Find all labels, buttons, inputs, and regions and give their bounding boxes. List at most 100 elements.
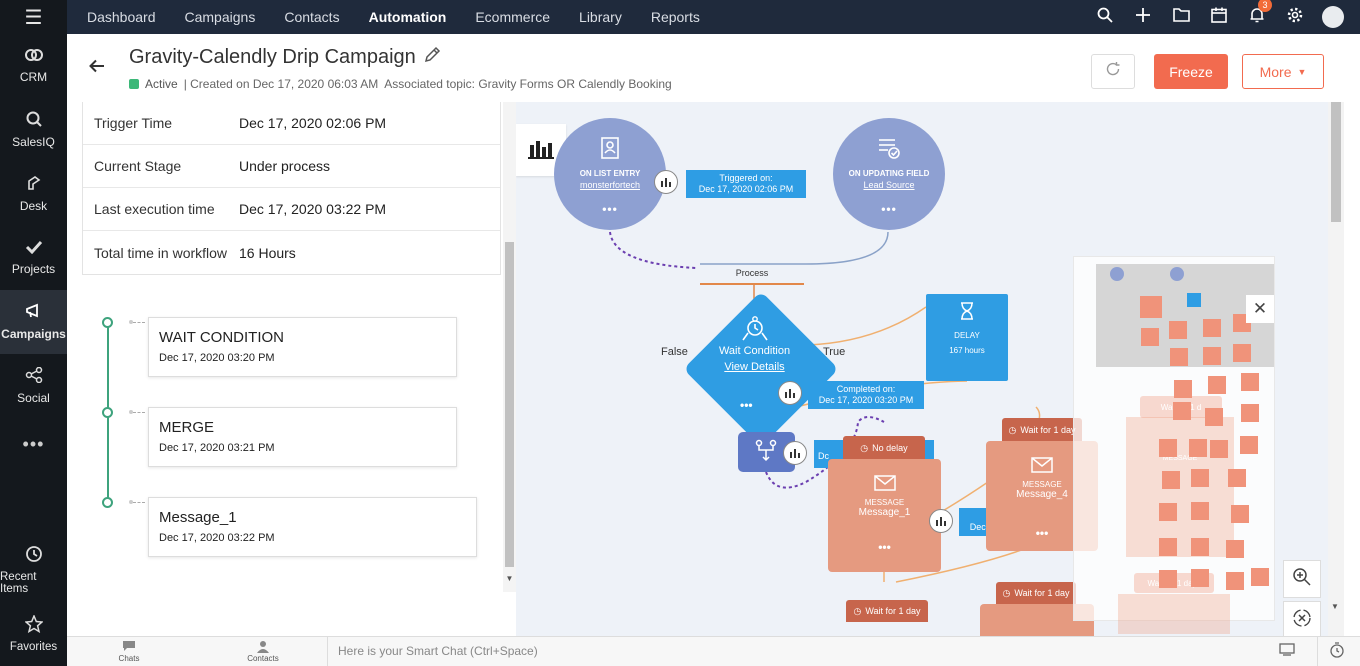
delay-label: DELAY [954, 331, 980, 340]
node-options-button[interactable]: ••• [740, 398, 753, 412]
minimap-node [1141, 328, 1159, 346]
notification-count-badge: 3 [1258, 0, 1272, 12]
delay-node[interactable]: DELAY 167 hours [926, 294, 1008, 381]
tab-library[interactable]: Library [579, 9, 622, 25]
tab-ecommerce[interactable]: Ecommerce [475, 9, 550, 25]
node-options-button[interactable]: ••• [828, 540, 941, 554]
app-sidebar: ☰ CRM SalesIQ Desk Projects Campaigns So… [0, 0, 67, 666]
false-branch-label: False [661, 346, 688, 358]
wait-for-day-tag[interactable]: ◷ Wait for 1 day [996, 582, 1076, 604]
timeline-card-merge[interactable]: MERGE Dec 17, 2020 03:21 PM [148, 407, 457, 467]
settings-gear-icon[interactable] [1276, 7, 1314, 28]
node-stats-icon[interactable] [778, 381, 802, 405]
contacts-button[interactable]: Contacts [233, 640, 293, 663]
field-link[interactable]: Lead Source [833, 180, 945, 190]
detail-key: Last execution time [94, 201, 215, 217]
projects-icon [25, 240, 43, 257]
zoom-in-button[interactable] [1283, 560, 1321, 598]
scroll-down-arrow-icon[interactable]: ▼ [503, 574, 516, 583]
list-link[interactable]: monsterfortech [554, 180, 666, 190]
reset-zoom-icon [1291, 607, 1313, 634]
process-bar [700, 283, 804, 285]
minimap-node [1189, 439, 1207, 457]
zoom-in-icon [1292, 567, 1312, 592]
canvas-scrollbar[interactable]: ▼ [1328, 102, 1344, 636]
timeline-card-wait-condition[interactable]: WAIT CONDITION Dec 17, 2020 03:20 PM [148, 317, 457, 377]
chats-label: Chats [118, 654, 140, 663]
timeline-card-message[interactable]: Message_1 Dec 17, 2020 03:22 PM [148, 497, 477, 557]
minimap-node [1191, 538, 1209, 556]
sidebar-item-label: Campaigns [1, 327, 66, 341]
freeze-button[interactable]: Freeze [1154, 54, 1228, 89]
message-1-node[interactable]: MESSAGE Message_1 ••• [828, 459, 941, 572]
minimap-message-region: MESSAGE [1126, 417, 1234, 557]
completed-on-tag: Completed on: Dec 17, 2020 03:20 PM [808, 381, 924, 409]
tab-reports[interactable]: Reports [651, 9, 700, 25]
more-dropdown-button[interactable]: More ▼ [1242, 54, 1324, 89]
calendar-icon[interactable] [1200, 7, 1238, 28]
sidebar-item-crm[interactable]: CRM [0, 34, 67, 98]
more-apps-button[interactable]: ••• [0, 418, 67, 470]
tab-contacts[interactable]: Contacts [284, 9, 339, 25]
sidebar-item-social[interactable]: Social [0, 354, 67, 418]
sidebar-item-recent[interactable]: Recent Items [0, 538, 67, 602]
smart-chat-input[interactable]: Here is your Smart Chat (Ctrl+Space) [338, 644, 538, 658]
minimap-close-icon[interactable]: ✕ [1246, 295, 1274, 323]
scrollbar-thumb[interactable] [505, 242, 514, 567]
search-icon[interactable] [1086, 7, 1124, 28]
top-navigation: Dashboard Campaigns Contacts Automation … [67, 0, 1360, 34]
detail-value: Dec 17, 2020 02:06 PM [239, 115, 387, 131]
tab-dashboard[interactable]: Dashboard [87, 9, 156, 25]
refresh-button[interactable] [1091, 54, 1135, 89]
detail-row: Total time in workflow 16 Hours [83, 231, 500, 274]
minimap-node [1251, 568, 1269, 586]
reset-zoom-button[interactable] [1283, 601, 1321, 636]
timeline-dot [102, 497, 113, 508]
folder-icon[interactable] [1162, 7, 1200, 27]
back-arrow-icon[interactable] [89, 56, 105, 79]
node-stats-icon[interactable] [654, 170, 678, 194]
hamburger-menu-icon[interactable]: ☰ [0, 0, 67, 34]
sidebar-item-label: CRM [19, 70, 48, 84]
notification-bell-icon[interactable]: 3 [1238, 0, 1276, 28]
node-stats-icon[interactable] [783, 441, 807, 465]
detail-row: Current Stage Under process [83, 145, 500, 188]
node-stats-icon[interactable] [929, 509, 953, 533]
left-panel-scrollbar[interactable]: ▼ [503, 102, 516, 592]
node-label: MESSAGE [864, 498, 905, 507]
more-label: More [1259, 63, 1292, 80]
add-icon[interactable] [1124, 7, 1162, 28]
tag-label: Wait for 1 day [1020, 425, 1076, 435]
edit-pencil-icon[interactable] [423, 46, 441, 69]
node-options-button[interactable]: ••• [554, 202, 666, 216]
wait-for-day-tag[interactable]: ◷ Wait for 1 day [846, 600, 928, 622]
clock-icon: ◷ [860, 442, 869, 453]
sidebar-item-campaigns[interactable]: Campaigns [0, 290, 67, 354]
tag-label: Wait for 1 day [865, 606, 921, 616]
sidebar-item-desk[interactable]: Desk [0, 162, 67, 226]
sidebar-item-projects[interactable]: Projects [0, 226, 67, 290]
sidebar-item-favorites[interactable]: Favorites [0, 602, 67, 666]
trigger-updating-field-node[interactable]: ON UPDATING FIELD Lead Source ••• [833, 118, 945, 230]
no-delay-tag[interactable]: ◷ No delay [843, 436, 925, 460]
view-details-link[interactable]: View Details [702, 361, 807, 373]
node-options-button[interactable]: ••• [833, 202, 945, 216]
tag-line: Dec 17, 2020 03:20 PM [818, 395, 914, 405]
chats-button[interactable]: Chats [99, 640, 159, 663]
timer-icon[interactable] [1329, 642, 1345, 661]
detail-row: Last execution time Dec 17, 2020 03:22 P… [83, 188, 500, 231]
wait-for-day-tag[interactable]: ◷ Wait for 1 day [1002, 418, 1082, 442]
minimap-node [1226, 572, 1244, 590]
screen-share-icon[interactable] [1279, 643, 1295, 659]
sidebar-item-label: SalesIQ [12, 135, 55, 149]
scrollbar-thumb[interactable] [1331, 102, 1341, 222]
workflow-canvas[interactable]: ON LIST ENTRY monsterfortech ••• Trigger… [516, 102, 1328, 636]
user-avatar[interactable] [1322, 6, 1344, 28]
trigger-list-entry-node[interactable]: ON LIST ENTRY monsterfortech ••• [554, 118, 666, 230]
salesiq-icon [26, 111, 42, 130]
created-on-text: | Created on Dec 17, 2020 06:03 AM [183, 77, 379, 91]
sidebar-item-salesiq[interactable]: SalesIQ [0, 98, 67, 162]
scroll-down-arrow-icon[interactable]: ▼ [1331, 602, 1339, 611]
tab-campaigns[interactable]: Campaigns [185, 9, 256, 25]
tab-automation[interactable]: Automation [369, 9, 447, 25]
